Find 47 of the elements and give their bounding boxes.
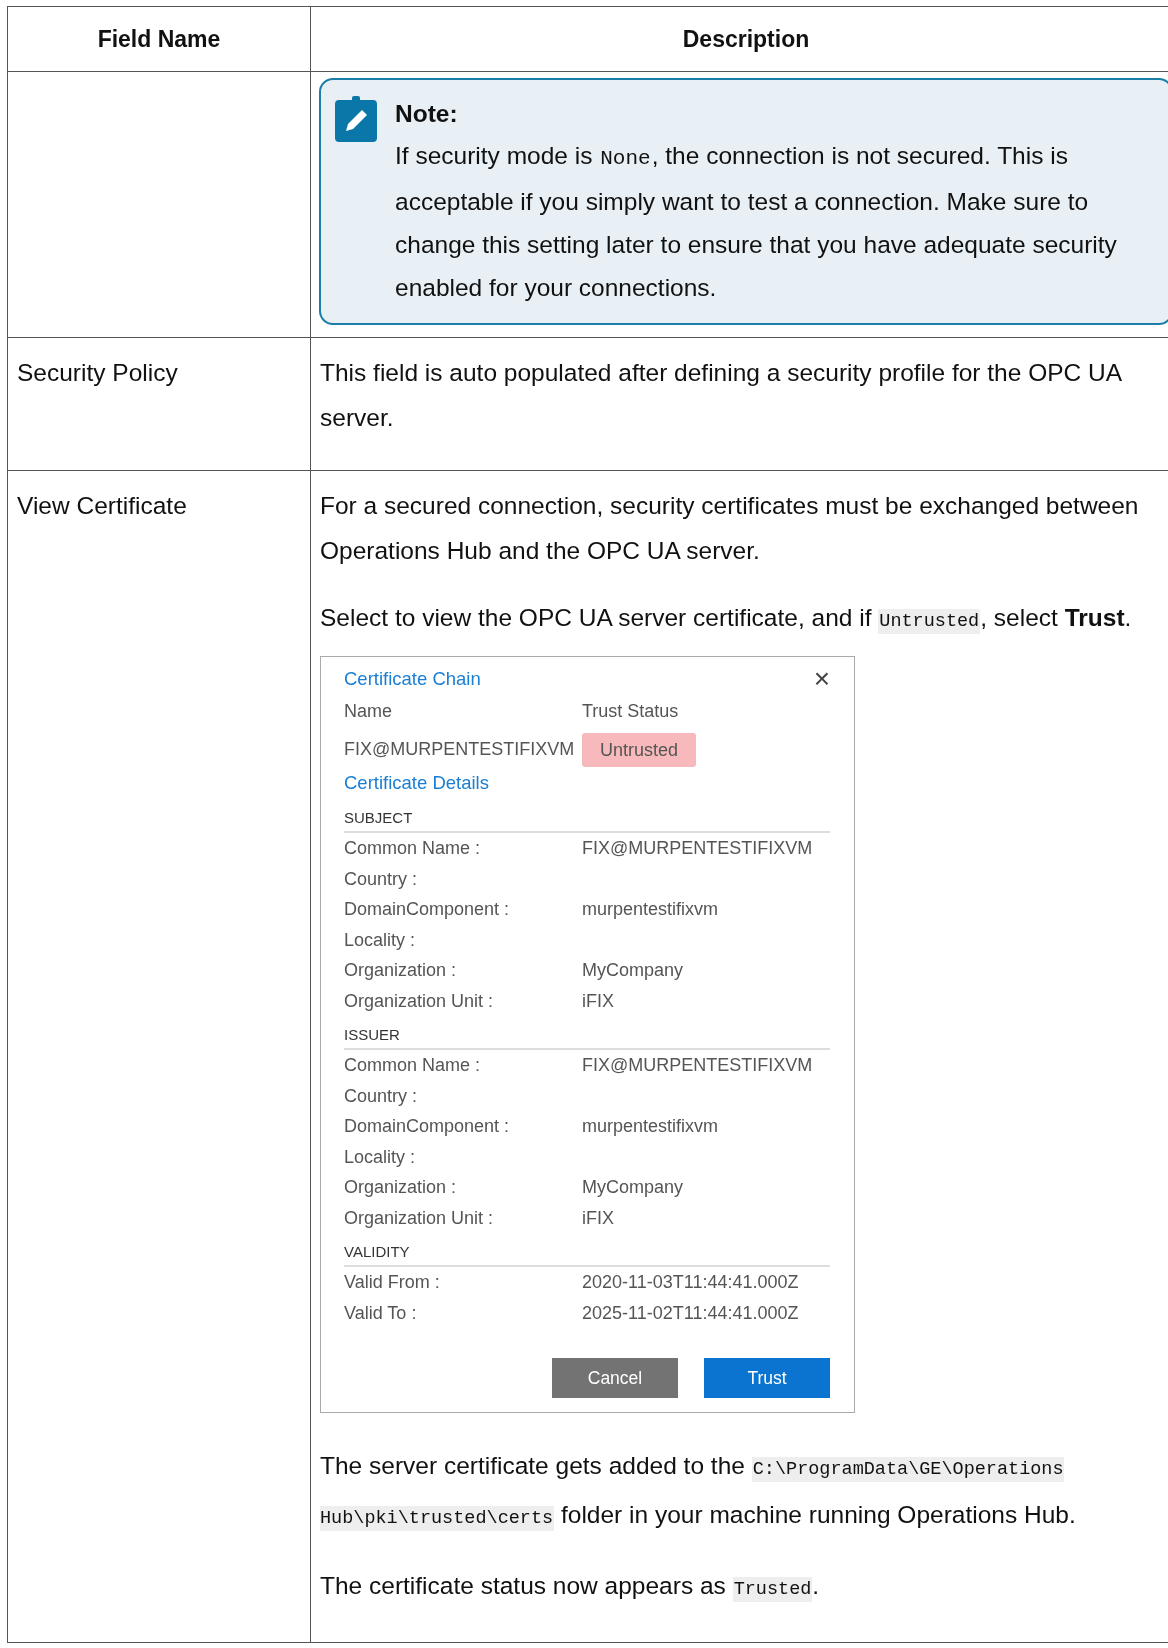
field-value: murpentestifixvm <box>582 1115 720 1138</box>
field-label: Country : <box>344 867 419 891</box>
cancel-button[interactable]: Cancel <box>552 1358 678 1398</box>
field-value: iFIX <box>582 1206 615 1230</box>
column-label: Trust Status <box>582 700 680 723</box>
section-title: Certificate Details <box>344 771 490 795</box>
field-label: Common Name : <box>344 1054 482 1077</box>
section-heading: SUBJECT <box>344 805 830 833</box>
field-name: View Certificate <box>17 492 187 519</box>
status-badge: Untrusted <box>582 733 697 767</box>
field-value: MyCompany <box>582 959 685 982</box>
column-header: Description <box>310 6 1168 72</box>
field-label: Organization Unit : <box>344 1206 495 1230</box>
section-heading: ISSUER <box>344 1022 830 1050</box>
field-label: Organization : <box>344 1176 458 1199</box>
field-name: Security Policy <box>17 359 178 386</box>
field-label: DomainComponent : <box>344 898 511 921</box>
column-label: Name <box>344 700 393 723</box>
field-value: 2020-11-03T11:44:41.000Z <box>582 1271 800 1294</box>
pencil-icon <box>335 96 377 142</box>
field-value: 2025-11-02T11:44:41.000Z <box>582 1301 800 1325</box>
field-label: Valid To : <box>344 1301 418 1325</box>
field-label: Organization Unit : <box>344 989 495 1013</box>
field-label: Country : <box>344 1084 419 1108</box>
paragraph: Select to view the OPC UA server certificate, and if Untrusted, select Trust. <box>320 603 1133 636</box>
note-title: Note: <box>395 99 459 129</box>
field-label: Locality : <box>344 1145 417 1169</box>
paragraph: The certificate status now appears as Trusted. <box>320 1571 821 1604</box>
field-label: Valid From : <box>344 1271 441 1294</box>
column-header: Field Name <box>7 6 311 72</box>
field-value: FIX@MURPENTESTIFIXVM <box>582 1054 814 1077</box>
paragraph: For a secured connection, security certificates must be exchanged between Operations Hub and the OPC UA server. <box>320 491 1140 566</box>
dialog-title: Certificate Chain <box>344 667 481 691</box>
field-label: DomainComponent : <box>344 1115 511 1138</box>
paragraph: This field is auto populated after defining a security profile for the OPC UA server. <box>320 358 1123 433</box>
field-value: murpentestifixvm <box>582 898 720 921</box>
certificate-name: FIX@MURPENTESTIFIXVM <box>344 738 576 761</box>
close-button[interactable]: × <box>813 665 830 693</box>
note-text: If security mode is None, the connection is not secured. This is acceptable if you simply want to test a connection. Make sure to change this setting later to ensure that you have adequate security enabled for your connections. <box>395 141 1118 303</box>
trust-button[interactable]: Trust <box>704 1358 830 1398</box>
field-label: Locality : <box>344 928 417 952</box>
field-label: Common Name : <box>344 837 482 860</box>
section-heading: VALIDITY <box>344 1239 830 1267</box>
field-value: iFIX <box>582 989 615 1013</box>
field-value: MyCompany <box>582 1176 685 1199</box>
field-label: Organization : <box>344 959 458 982</box>
field-value: FIX@MURPENTESTIFIXVM <box>582 837 814 860</box>
